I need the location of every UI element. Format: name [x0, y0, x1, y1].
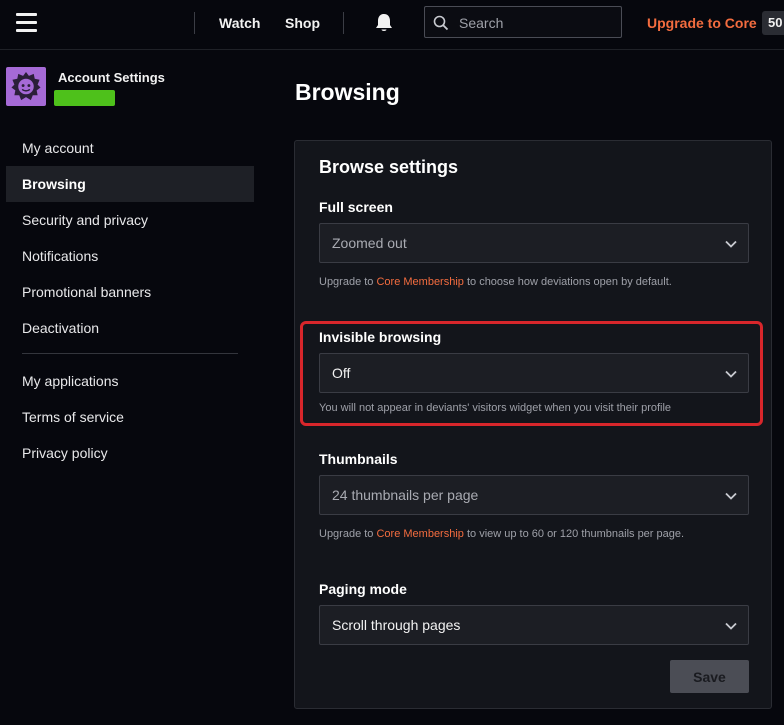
- menu-icon[interactable]: [16, 13, 37, 32]
- sidebar-item-deactivation[interactable]: Deactivation: [6, 310, 254, 346]
- sidebar-item-browsing[interactable]: Browsing: [6, 166, 254, 202]
- invisible-browsing-label: Invisible browsing: [319, 329, 442, 345]
- sidebar-item-terms-of-service[interactable]: Terms of service: [6, 399, 254, 435]
- full-screen-label: Full screen: [319, 199, 393, 215]
- chevron-down-icon: [725, 370, 737, 378]
- upgrade-to-core-link[interactable]: Upgrade to Core: [647, 15, 757, 31]
- full-screen-select[interactable]: Zoomed out: [319, 223, 749, 263]
- search-icon: [433, 15, 449, 31]
- gear-face-icon: [11, 71, 41, 101]
- sidebar-item-my-account[interactable]: My account: [6, 130, 254, 166]
- paging-mode-value: Scroll through pages: [332, 617, 461, 633]
- thumbnails-select[interactable]: 24 thumbnails per page: [319, 475, 749, 515]
- search-box: [424, 6, 622, 38]
- sidebar-item-privacy-policy[interactable]: Privacy policy: [6, 435, 254, 471]
- thumbnails-help: Upgrade to Core Membership to view up to…: [319, 528, 685, 540]
- nav-divider: [343, 12, 344, 34]
- sidebar-divider: [22, 353, 238, 354]
- panel-title: Browse settings: [319, 157, 459, 177]
- points-badge[interactable]: 50: [762, 11, 784, 35]
- paging-mode-label: Paging mode: [319, 581, 407, 597]
- page-title: Browsing: [295, 79, 400, 105]
- search-input[interactable]: [457, 11, 617, 35]
- core-membership-link[interactable]: Core Membership: [376, 528, 463, 540]
- invisible-browsing-help: You will not appear in deviants' visitor…: [319, 402, 672, 414]
- nav-divider: [194, 12, 195, 34]
- chevron-down-icon: [725, 240, 737, 248]
- nav-shop-link[interactable]: Shop: [285, 15, 320, 31]
- invisible-browsing-value: Off: [332, 365, 351, 381]
- save-button[interactable]: Save: [670, 660, 749, 693]
- sidebar-item-promotional-banners[interactable]: Promotional banners: [6, 274, 254, 310]
- sidebar-item-notifications[interactable]: Notifications: [6, 238, 254, 274]
- invisible-browsing-select[interactable]: Off: [319, 353, 749, 393]
- core-membership-link[interactable]: Core Membership: [376, 276, 463, 288]
- sidebar-item-security-and-privacy[interactable]: Security and privacy: [6, 202, 254, 238]
- thumbnails-value: 24 thumbnails per page: [332, 487, 479, 503]
- bell-icon[interactable]: [373, 12, 395, 34]
- paging-mode-select[interactable]: Scroll through pages: [319, 605, 749, 645]
- membership-badge: [54, 90, 115, 106]
- full-screen-help: Upgrade to Core Membership to choose how…: [319, 276, 672, 288]
- avatar[interactable]: [6, 67, 46, 106]
- chevron-down-icon: [725, 492, 737, 500]
- nav-watch-link[interactable]: Watch: [219, 15, 260, 31]
- account-settings-title: Account Settings: [58, 70, 165, 85]
- sidebar-item-my-applications[interactable]: My applications: [6, 363, 254, 399]
- chevron-down-icon: [725, 622, 737, 630]
- full-screen-value: Zoomed out: [332, 235, 407, 251]
- thumbnails-label: Thumbnails: [319, 451, 398, 467]
- top-bar: Watch Shop Upgrade to Core 50: [0, 0, 784, 50]
